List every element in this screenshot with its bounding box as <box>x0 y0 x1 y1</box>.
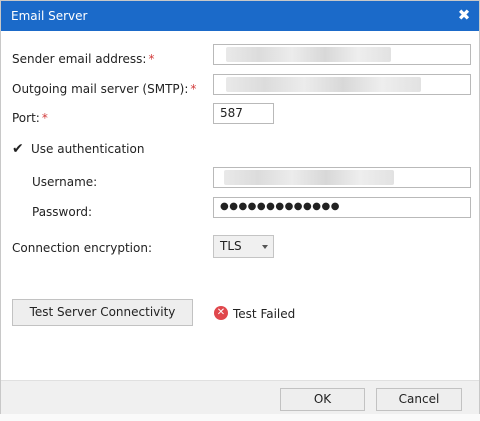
password-label: Password: <box>32 205 93 219</box>
encryption-select[interactable]: TLS <box>213 235 274 258</box>
smtp-server-input[interactable] <box>213 74 471 95</box>
username-input[interactable] <box>213 167 471 188</box>
sender-email-input[interactable] <box>213 44 471 65</box>
email-server-dialog: Email Server ✖ Sender email address: * Ou… <box>0 0 480 415</box>
dialog-title: Email Server <box>11 9 88 23</box>
background-window-edge <box>0 414 480 421</box>
smtp-server-label: Outgoing mail server (SMTP): * <box>12 82 197 96</box>
port-label: Port: * <box>12 111 48 125</box>
test-connectivity-button[interactable]: Test Server Connectivity <box>12 299 193 326</box>
port-input[interactable]: 587 <box>213 103 274 124</box>
username-label: Username: <box>32 175 98 189</box>
required-marker: * <box>148 52 155 66</box>
redacted-value <box>226 77 421 92</box>
encryption-value: TLS <box>220 239 242 253</box>
title-bar[interactable]: Email Server ✖ <box>1 1 479 31</box>
close-icon[interactable]: ✖ <box>455 6 473 24</box>
password-input[interactable]: ●●●●●●●●●●●●● <box>213 197 471 218</box>
encryption-label: Connection encryption: <box>12 241 152 255</box>
sender-email-label: Sender email address: * <box>12 52 155 66</box>
redacted-value <box>224 170 394 185</box>
required-marker: * <box>190 82 197 96</box>
use-authentication-checkbox[interactable]: ✔ <box>12 142 26 156</box>
test-status-text: Test Failed <box>233 307 296 321</box>
cancel-button[interactable]: Cancel <box>376 388 462 411</box>
required-marker: * <box>41 111 48 125</box>
redacted-value <box>226 47 391 62</box>
dialog-footer: OK Cancel <box>1 380 479 415</box>
use-authentication-label[interactable]: Use authentication <box>31 142 144 156</box>
chevron-down-icon <box>262 245 268 249</box>
error-icon: ✕ <box>214 306 228 320</box>
ok-button[interactable]: OK <box>280 388 365 411</box>
